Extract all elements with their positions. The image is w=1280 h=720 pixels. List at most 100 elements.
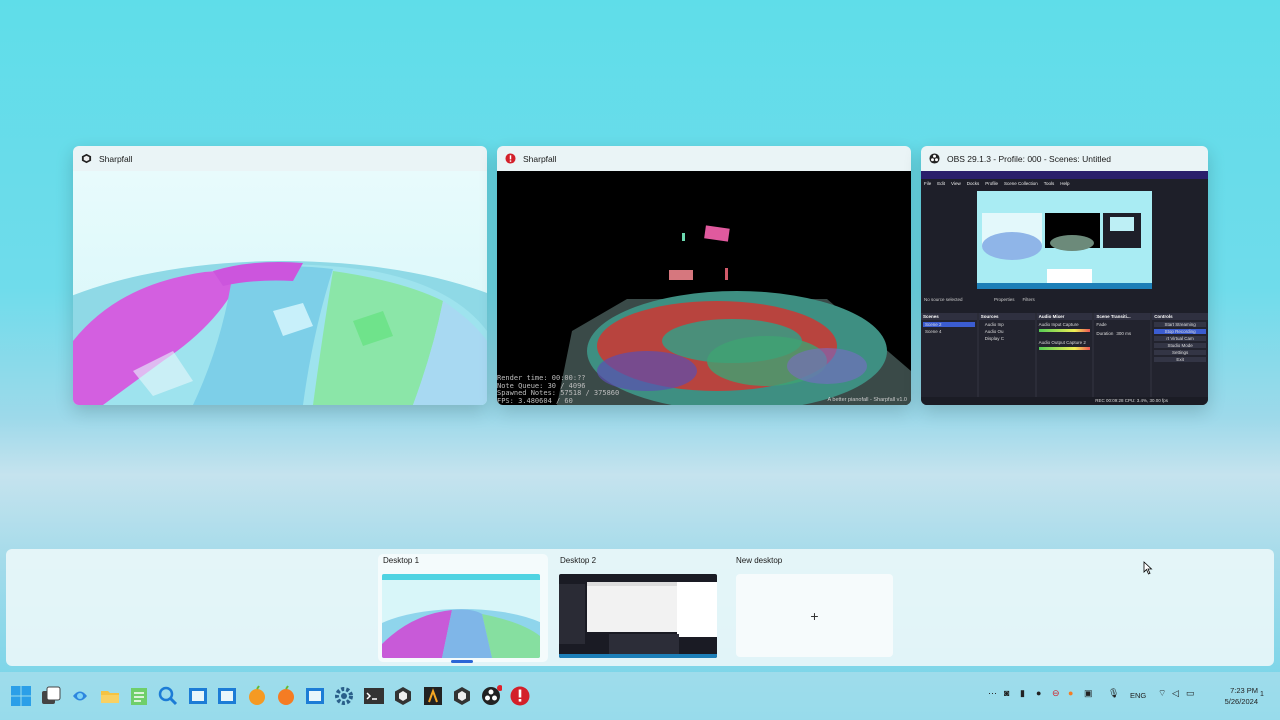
meter xyxy=(1038,347,1091,350)
studio-mode-button: Studio Mode xyxy=(1154,343,1206,348)
unity-button[interactable] xyxy=(450,684,474,708)
plus-icon: + xyxy=(810,607,819,624)
tray-icon[interactable]: ▮ xyxy=(1020,688,1025,699)
fl-studio-button[interactable] xyxy=(274,684,298,708)
folder-icon xyxy=(101,691,119,703)
gear-icon xyxy=(335,687,353,705)
notification-count[interactable]: 1 xyxy=(1260,691,1264,698)
desktop-switcher: Desktop 1 Desktop 2 New desktop + xyxy=(6,549,1274,666)
task-view-icon xyxy=(42,686,61,704)
app-button[interactable] xyxy=(303,684,327,708)
new-desktop-button[interactable]: + xyxy=(736,574,893,657)
stop-recording-button: Stop Recording xyxy=(1154,329,1206,334)
scene-preview xyxy=(557,225,911,405)
settings-button: Settings xyxy=(1154,350,1206,355)
obs-preview: File Edit View Docks Profile Scene Colle… xyxy=(921,171,1208,405)
settings-app-button[interactable] xyxy=(332,684,356,708)
obs-docks: Scenes Scene 2 Scene 4 Sources Audio Inp… xyxy=(921,313,1208,397)
obs-menubar: File Edit View Docks Profile Scene Colle… xyxy=(921,179,1208,187)
desktop-1-preview xyxy=(382,574,540,658)
error-icon xyxy=(505,153,516,164)
tray-icon[interactable]: ● xyxy=(1068,688,1073,698)
speaker-icon[interactable]: ◁ xyxy=(1172,688,1179,699)
window-sharpfall-1[interactable]: Sharpfall xyxy=(73,146,487,405)
obs-button[interactable] xyxy=(479,684,503,708)
terminal-button[interactable] xyxy=(362,684,386,708)
wifi-icon[interactable]: ⌔ xyxy=(1158,688,1166,699)
menu-scene-collection: Scene Collection xyxy=(1004,180,1038,186)
menu-profile: Profile xyxy=(985,180,998,186)
menu-help: Help xyxy=(1060,180,1070,186)
dock-transitions: Scene Transiti... Fade Duration 300 ms xyxy=(1094,313,1151,397)
task-view-button[interactable] xyxy=(39,684,63,708)
obs-icon xyxy=(482,685,502,705)
dock-audio-mixer: Audio Mixer Audio Input Capture Audio Ou… xyxy=(1036,313,1093,397)
credit-text: A better pianofall - Sharpfall v1.0 xyxy=(827,397,908,403)
desktop-1[interactable]: Desktop 1 xyxy=(378,554,548,663)
app-button[interactable] xyxy=(215,684,239,708)
window-app-icon xyxy=(218,688,236,704)
window-titlebar[interactable]: OBS 29.1.3 - Profile: 000 - Scenes: Unti… xyxy=(921,146,1208,171)
new-desktop[interactable]: New desktop + xyxy=(731,554,901,662)
stat-line: FPS: 3.480604 / 60 xyxy=(497,396,573,405)
properties-bar: Properties Filters xyxy=(994,297,1035,302)
dock-sources: Sources Audio Inp Audio Ou Display C xyxy=(978,313,1035,397)
properties-button: Properties xyxy=(994,297,1015,302)
duration-row: Duration 300 ms xyxy=(1094,329,1150,338)
tray-icon[interactable]: ⊖ xyxy=(1052,688,1060,699)
tray-icon[interactable]: ● xyxy=(1036,688,1041,698)
menu-tools: Tools xyxy=(1043,180,1055,186)
error-app-button[interactable] xyxy=(508,684,532,708)
tray-icon[interactable]: ◙ xyxy=(1004,688,1009,698)
notepad-icon xyxy=(131,688,147,705)
window-preview: Render time: 00:00:?? Note Queue: 30 / 4… xyxy=(497,171,911,405)
dock-controls: Controls Start Streaming Stop Recording … xyxy=(1152,313,1208,397)
magnifier-icon xyxy=(158,686,178,706)
unity-button[interactable] xyxy=(391,684,415,708)
desktop-thumbnail xyxy=(559,574,717,658)
dock-scenes: Scenes Scene 2 Scene 4 xyxy=(921,313,977,397)
window-title: Sharpfall xyxy=(523,153,557,164)
magnifier-button[interactable] xyxy=(156,684,180,708)
exit-button: Exit xyxy=(1154,357,1206,362)
mouse-cursor-icon xyxy=(1143,561,1153,575)
battery-icon[interactable]: ▭ xyxy=(1186,688,1195,699)
menu-edit: Edit xyxy=(937,180,946,186)
language-indicator[interactable]: ENG xyxy=(1130,691,1146,700)
terminal-icon xyxy=(364,688,384,704)
tray-icon[interactable]: ▣ xyxy=(1084,688,1093,699)
file-explorer-button[interactable] xyxy=(98,684,122,708)
clock-time: 7:23 PM xyxy=(1230,686,1258,695)
desktop-label: Desktop 1 xyxy=(383,556,420,565)
microphone-icon[interactable]: 🎙 xyxy=(1108,688,1119,699)
fruit-icon xyxy=(249,685,265,705)
app-button[interactable] xyxy=(186,684,210,708)
fl-studio-button[interactable] xyxy=(245,684,269,708)
unity-icon xyxy=(81,153,92,164)
widgets-icon xyxy=(73,691,87,701)
filters-button: Filters xyxy=(1022,297,1035,302)
clock[interactable]: 7:23 PM 5/26/2024 xyxy=(1202,685,1258,707)
source-item: Audio Inp xyxy=(984,322,1004,327)
chevron-up-icon[interactable]: ⋯ xyxy=(988,688,997,699)
menu-docks: Docks xyxy=(966,180,980,186)
windows-icon xyxy=(11,686,31,706)
window-titlebar[interactable]: Sharpfall xyxy=(73,146,487,171)
notepad-button[interactable] xyxy=(127,684,151,708)
dock-title: Scene Transiti... xyxy=(1094,313,1151,320)
start-streaming-button: Start Streaming xyxy=(1154,322,1206,327)
window-titlebar[interactable]: Sharpfall xyxy=(497,146,911,171)
desktop-label: Desktop 2 xyxy=(560,556,597,565)
app-button[interactable] xyxy=(421,684,445,708)
virtual-cam-button: rt Virtual Cam xyxy=(1154,336,1206,341)
stats-overlay: Render time: 00:00:?? Note Queue: 30 / 4… xyxy=(497,374,619,405)
window-sharpfall-2[interactable]: Sharpfall Render time: 00:00:?? Note Que… xyxy=(497,146,911,405)
dock-title: Controls xyxy=(1152,313,1208,320)
window-obs[interactable]: OBS 29.1.3 - Profile: 000 - Scenes: Unti… xyxy=(921,146,1208,405)
start-button[interactable] xyxy=(9,684,33,708)
desktop-thumbnail xyxy=(382,574,540,658)
clock-date: 5/26/2024 xyxy=(1224,697,1258,706)
desktop-2[interactable]: Desktop 2 xyxy=(555,554,725,662)
lambda-app-icon xyxy=(424,687,442,705)
widgets-button[interactable] xyxy=(68,684,92,708)
